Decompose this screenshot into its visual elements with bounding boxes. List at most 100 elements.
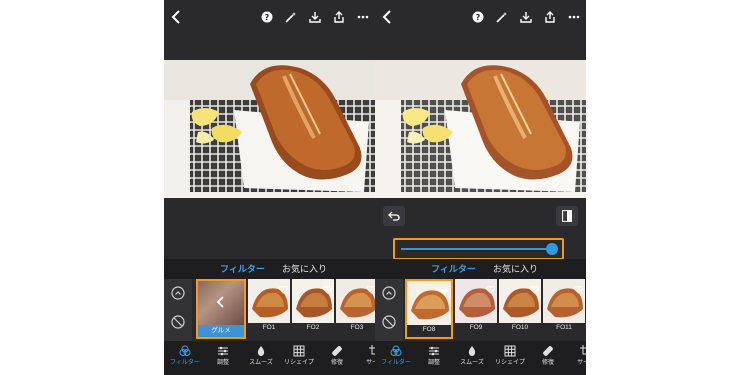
filter-side-controls (164, 279, 192, 341)
adjust-icon (429, 346, 439, 356)
photo-preview (164, 60, 375, 198)
magic-wand-icon[interactable] (282, 8, 300, 26)
drop-icon (468, 346, 476, 356)
heart-icon[interactable] (367, 281, 375, 294)
filter-thumb[interactable]: FO1 (248, 279, 290, 339)
compare-icon (562, 210, 572, 222)
heart-icon[interactable] (574, 281, 583, 294)
undo-icon (388, 211, 400, 221)
tab-filter[interactable]: フィルター (220, 263, 265, 275)
tool-label: フィルター (381, 360, 411, 366)
tool-label: 修復 (541, 360, 554, 366)
slider-thumb[interactable] (546, 243, 558, 255)
tool-filter[interactable]: フィルター (377, 345, 415, 373)
tool-label: フィルター (170, 360, 200, 366)
filter-strip: FO8 FO9 FO10 FO11 (375, 279, 586, 341)
photo-preview (375, 60, 586, 198)
collapse-up-icon[interactable] (381, 285, 397, 301)
drop-icon (257, 346, 265, 356)
top-toolbar: ? (375, 0, 586, 34)
reshape-icon (293, 345, 305, 357)
undo-button[interactable] (383, 206, 405, 226)
tool-label: リシェイプ (494, 360, 525, 366)
bandage-icon (332, 346, 342, 356)
chevron-left-icon (214, 295, 228, 309)
filter-tabs: フィルター お気に入り (375, 259, 586, 279)
tool-size[interactable]: サイズ (567, 345, 586, 373)
adjust-icon (218, 346, 228, 356)
tab-favorites[interactable]: お気に入り (282, 263, 327, 275)
filter-thumb[interactable]: FO3 (336, 279, 375, 339)
filter-thumb-label: FO3 (350, 324, 364, 331)
slider-track (401, 248, 552, 250)
heart-icon[interactable] (323, 281, 332, 294)
no-filter-icon[interactable] (381, 314, 397, 330)
reshape-icon (504, 345, 516, 357)
tool-label: 調整 (427, 360, 440, 366)
filter-icon (179, 345, 191, 356)
filter-thumb-label: FO9 (469, 324, 483, 331)
tool-label: サイズ (366, 360, 375, 366)
filter-thumb-label: FO8 (422, 326, 436, 333)
back-icon[interactable] (168, 8, 186, 26)
tool-label: サイズ (577, 360, 586, 366)
tool-label: 修復 (330, 360, 343, 366)
filter-icon (390, 345, 402, 356)
collapse-up-icon[interactable] (170, 285, 186, 301)
no-filter-icon[interactable] (170, 314, 186, 330)
filter-strip: グルメ FO1 FO2 FO3 (164, 279, 375, 341)
help-icon[interactable]: ? (469, 8, 487, 26)
tool-reshape[interactable]: リシェイプ (491, 345, 529, 373)
more-icon[interactable] (565, 8, 583, 26)
tool-reshape[interactable]: リシェイプ (280, 345, 318, 373)
filter-thumb[interactable]: FO2 (292, 279, 334, 339)
heart-icon[interactable] (440, 283, 449, 296)
right-screen: ? フィルター お気に入り FO8 FO9 FO10 FO11 フィルター 調整… (375, 0, 586, 375)
tool-smooth[interactable]: スムーズ (453, 345, 491, 373)
heart-icon[interactable] (530, 281, 539, 294)
more-icon[interactable] (354, 8, 372, 26)
help-icon[interactable]: ? (258, 8, 276, 26)
category-thumb-gourmet[interactable]: グルメ (196, 279, 246, 339)
svg-text:?: ? (265, 13, 270, 22)
back-icon[interactable] (379, 8, 397, 26)
heart-icon[interactable] (486, 281, 495, 294)
share-icon[interactable] (541, 8, 559, 26)
tool-label: リシェイプ (283, 360, 314, 366)
left-screen: ? フィルター お気に入り グルメ FO1 FO2 FO3 フィルター 調整 ス… (164, 0, 375, 375)
magic-wand-icon[interactable] (493, 8, 511, 26)
filter-thumb-label: FO10 (511, 324, 529, 331)
tool-size[interactable]: サイズ (356, 345, 375, 373)
tool-adjust[interactable]: 調整 (204, 345, 242, 373)
top-toolbar: ? (164, 0, 375, 34)
tab-favorites[interactable]: お気に入り (493, 263, 538, 275)
filter-tabs: フィルター お気に入り (164, 259, 375, 279)
filter-thumb[interactable]: FO9 (455, 279, 497, 339)
tool-filter[interactable]: フィルター (166, 345, 204, 373)
tool-repair[interactable]: 修復 (318, 345, 356, 373)
filter-thumb-selected[interactable]: FO8 (405, 279, 453, 339)
tool-adjust[interactable]: 調整 (415, 345, 453, 373)
tab-filter[interactable]: フィルター (431, 263, 476, 275)
tool-label: スムーズ (460, 360, 484, 366)
filter-strength-slider[interactable] (393, 238, 564, 260)
bottom-toolbar: フィルター 調整 スムーズ リシェイプ 修復 サイズ (375, 341, 586, 375)
download-icon[interactable] (306, 8, 324, 26)
tool-repair[interactable]: 修復 (529, 345, 567, 373)
bottom-toolbar: フィルター 調整 スムーズ リシェイプ 修復 サイズ (164, 341, 375, 375)
filter-thumb-label: FO11 (556, 324, 572, 331)
tool-smooth[interactable]: スムーズ (242, 345, 280, 373)
crop-icon (580, 345, 586, 355)
svg-text:?: ? (476, 13, 481, 22)
bandage-icon (543, 346, 553, 356)
download-icon[interactable] (517, 8, 535, 26)
filter-thumb[interactable]: FO10 (499, 279, 541, 339)
filter-thumb-label: FO1 (262, 324, 276, 331)
tool-label: 調整 (216, 360, 229, 366)
heart-icon[interactable] (279, 281, 288, 294)
filter-thumb[interactable]: FO11 (543, 279, 585, 339)
category-label: グルメ (198, 325, 244, 337)
share-icon[interactable] (330, 8, 348, 26)
filter-thumb-label: FO2 (306, 324, 320, 331)
compare-button[interactable] (556, 206, 578, 226)
